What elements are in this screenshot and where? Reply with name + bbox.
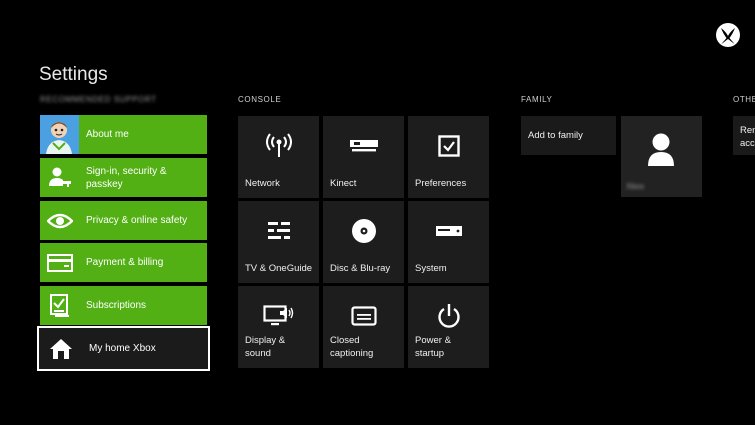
family-member-tile[interactable]: Xbox [621,116,702,197]
tile-label: Closed captioning [330,335,374,359]
tile-power-startup[interactable]: Power & startup [408,286,489,368]
checkbox-icon [437,135,460,157]
tile-network[interactable]: Network [238,116,319,198]
display-sound-icon [262,305,293,326]
tile-label: Power & startup [415,335,451,359]
menu-item-my-home-xbox[interactable]: My home Xbox [37,326,210,371]
avatar-icon [40,115,79,154]
menu-item-privacy[interactable]: Privacy & online safety [40,201,207,240]
tile-label: Network [245,177,280,189]
tile-system[interactable]: System [408,201,489,283]
page-title: Settings [39,64,108,85]
menu-item-label: About me [86,129,129,140]
menu-item-label: Payment & billing [86,257,164,268]
xbox-logo-icon [716,23,740,47]
disc-icon [351,219,376,243]
other-tile-label: Rem acc [740,125,755,149]
person-icon [648,133,674,166]
add-to-family-button[interactable]: Add to family [521,116,616,155]
tile-label: System [415,262,447,274]
user-key-icon [48,167,71,187]
subscription-icon [49,293,69,317]
tile-kinect[interactable]: Kinect [323,116,404,198]
menu-item-label: Privacy & online safety [86,215,188,226]
menu-item-subscriptions[interactable]: Subscriptions [40,286,207,325]
tv-guide-icon [267,222,290,239]
tile-tv-oneguide[interactable]: TV & OneGuide [238,201,319,283]
tile-display-sound[interactable]: Display & sound [238,286,319,368]
tile-label: Kinect [330,177,357,189]
home-icon [49,338,72,359]
section-label-family: FAMILY [521,95,553,104]
tile-disc-bluray[interactable]: Disc & Blu-ray [323,201,404,283]
console-icon [435,226,462,236]
tile-label: TV & OneGuide [245,262,313,274]
tile-closed-captioning[interactable]: Closed captioning [323,286,404,368]
power-icon [437,304,460,328]
menu-item-about-me[interactable]: About me [40,115,207,154]
menu-item-label: My home Xbox [89,343,156,354]
tile-label: Preferences [415,177,467,189]
tile-label: Display & sound [245,335,286,359]
section-label-other: OTHE [733,95,755,104]
kinect-icon [349,140,378,152]
family-member-name: Xbox [626,182,645,191]
section-label-console: CONSOLE [238,95,282,104]
add-to-family-label: Add to family [528,130,583,141]
credit-card-icon [46,253,73,272]
tile-preferences[interactable]: Preferences [408,116,489,198]
section-label-support: RECOMMENDED SUPPORT [40,95,157,104]
menu-item-label: Subscriptions [86,300,147,311]
menu-item-sign-in-security[interactable]: Sign-in, security & passkey [40,158,207,197]
menu-item-label: Sign-in, security & passkey [86,165,167,190]
captions-icon [350,306,377,326]
other-tile[interactable]: Rem acc [733,116,755,155]
tile-label: Disc & Blu-ray [330,262,391,274]
eye-icon [46,213,73,228]
menu-item-payment[interactable]: Payment & billing [40,243,207,282]
network-icon [265,133,292,157]
